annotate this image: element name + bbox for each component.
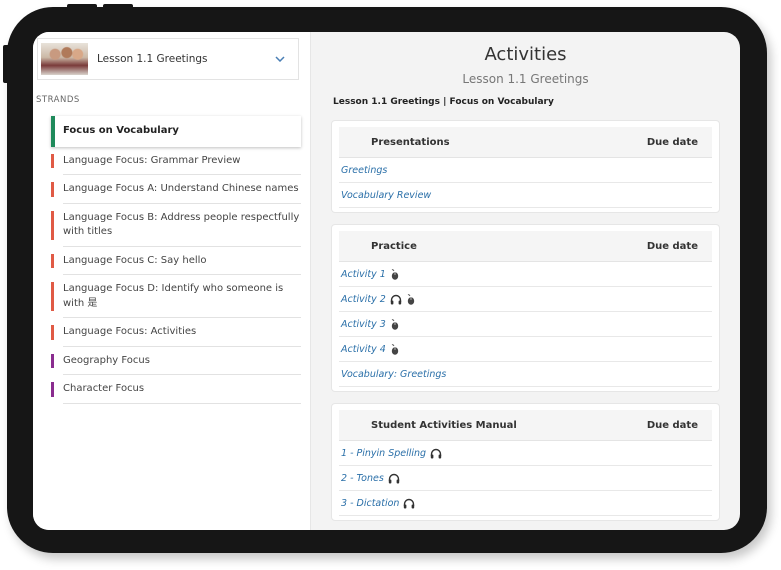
strand-item[interactable]: Language Focus B: Address people respect…: [51, 204, 301, 247]
breadcrumb: Lesson 1.1 Greetings | Focus on Vocabula…: [333, 97, 554, 107]
strand-label: Character Focus: [63, 383, 145, 394]
strand-item[interactable]: Language Focus: Grammar Preview: [51, 147, 301, 175]
chevron-down-icon[interactable]: [272, 56, 288, 62]
activity-link[interactable]: 1 - Pinyin Spelling: [341, 448, 426, 459]
mouse-icon: [390, 343, 399, 355]
section-header: Practice Due date: [339, 231, 712, 262]
section-title: Student Activities Manual: [371, 419, 517, 431]
due-date-header: Due date: [646, 419, 698, 431]
section-header: Student Activities Manual Due date: [339, 410, 712, 441]
strand-color-bar: [51, 382, 54, 397]
activity-link[interactable]: Vocabulary Review: [341, 190, 431, 201]
screen: Lesson 1.1 Greetings STRANDS Focus on Vo…: [33, 32, 740, 530]
lesson-select[interactable]: Lesson 1.1 Greetings: [37, 38, 299, 80]
strand-label: Focus on Vocabulary: [63, 125, 179, 136]
activity-link[interactable]: Activity 1: [341, 269, 386, 280]
lesson-select-label: Lesson 1.1 Greetings: [97, 53, 208, 65]
mouse-icon: [390, 318, 399, 330]
activity-row: Activity 1: [339, 262, 712, 287]
strand-color-bar: [51, 210, 54, 240]
strand-color-bar: [51, 325, 54, 340]
activity-link[interactable]: Activity 2: [341, 294, 386, 305]
strand-label: Language Focus C: Say hello: [63, 254, 207, 266]
strand-label: Geography Focus: [63, 354, 150, 366]
strand-item[interactable]: Language Focus A: Understand Chinese nam…: [51, 175, 301, 204]
activity-section-card: Presentations Due date Greetings Vocabulary…: [331, 120, 720, 213]
strand-item[interactable]: Geography Focus: [51, 347, 301, 375]
strand-label: Language Focus B: Address people respect…: [63, 211, 300, 238]
strand-color-bar: [51, 182, 54, 197]
lesson-thumbnail: [41, 43, 88, 75]
strand-color-bar: [51, 353, 54, 368]
due-date-header: Due date: [646, 136, 698, 148]
activity-link[interactable]: Vocabulary: Greetings: [341, 369, 446, 380]
activity-link[interactable]: Activity 3: [341, 319, 386, 330]
page-title: Activities: [484, 44, 567, 65]
strand-color-bar: [51, 253, 54, 268]
headphones-icon: [430, 448, 442, 459]
activity-row: Greetings: [339, 158, 712, 183]
divider: [63, 402, 301, 404]
headphones-icon: [390, 294, 402, 305]
activity-link[interactable]: 3 - Dictation: [341, 498, 399, 509]
strand-label: Language Focus: Activities: [63, 326, 197, 337]
strands-heading: STRANDS: [36, 95, 80, 105]
activity-row: 3 - Dictation: [339, 491, 712, 516]
activity-link[interactable]: 2 - Tones: [341, 473, 384, 484]
main-panel: Activities Lesson 1.1 Greetings Lesson 1…: [311, 32, 740, 530]
activity-row: Activity 4: [339, 337, 712, 362]
section-title: Practice: [371, 240, 417, 252]
activity-section-card: Practice Due date Activity 1 Activity 2 Acti…: [331, 224, 720, 392]
activity-row: Activity 2: [339, 287, 712, 312]
strand-color-bar: [51, 282, 54, 311]
strand-color-bar: [51, 116, 55, 147]
page-subtitle: Lesson 1.1 Greetings: [462, 72, 589, 86]
strand-item[interactable]: Language Focus D: Identify who someone i…: [51, 275, 301, 318]
mouse-icon: [390, 268, 399, 280]
activity-row: Vocabulary Review: [339, 183, 712, 208]
strand-list: Focus on Vocabulary Language Focus: Gramm…: [51, 116, 301, 404]
activity-row: 2 - Tones: [339, 466, 712, 491]
activity-link[interactable]: Greetings: [341, 165, 387, 176]
strand-label: Language Focus A: Understand Chinese nam…: [63, 183, 299, 194]
mouse-icon: [406, 293, 415, 305]
strand-color-bar: [51, 153, 54, 168]
activity-row: Vocabulary: Greetings: [339, 362, 712, 387]
activity-row: Activity 3: [339, 312, 712, 337]
activity-link[interactable]: Activity 4: [341, 344, 386, 355]
headphones-icon: [403, 498, 415, 509]
section-title: Presentations: [371, 136, 450, 148]
activity-section-card: Student Activities Manual Due date 1 - Pin…: [331, 403, 720, 521]
strand-item[interactable]: Character Focus: [51, 375, 301, 404]
sidebar: Lesson 1.1 Greetings STRANDS Focus on Vo…: [33, 32, 311, 530]
section-header: Presentations Due date: [339, 127, 712, 158]
headphones-icon: [388, 473, 400, 484]
activity-row: 1 - Pinyin Spelling: [339, 441, 712, 466]
strand-label: Language Focus D: Identify who someone i…: [63, 283, 284, 309]
strand-item[interactable]: Focus on Vocabulary: [51, 116, 301, 147]
due-date-header: Due date: [646, 240, 698, 252]
strand-label: Language Focus: Grammar Preview: [63, 154, 241, 166]
strand-item[interactable]: Language Focus C: Say hello: [51, 247, 301, 275]
strand-item[interactable]: Language Focus: Activities: [51, 318, 301, 347]
